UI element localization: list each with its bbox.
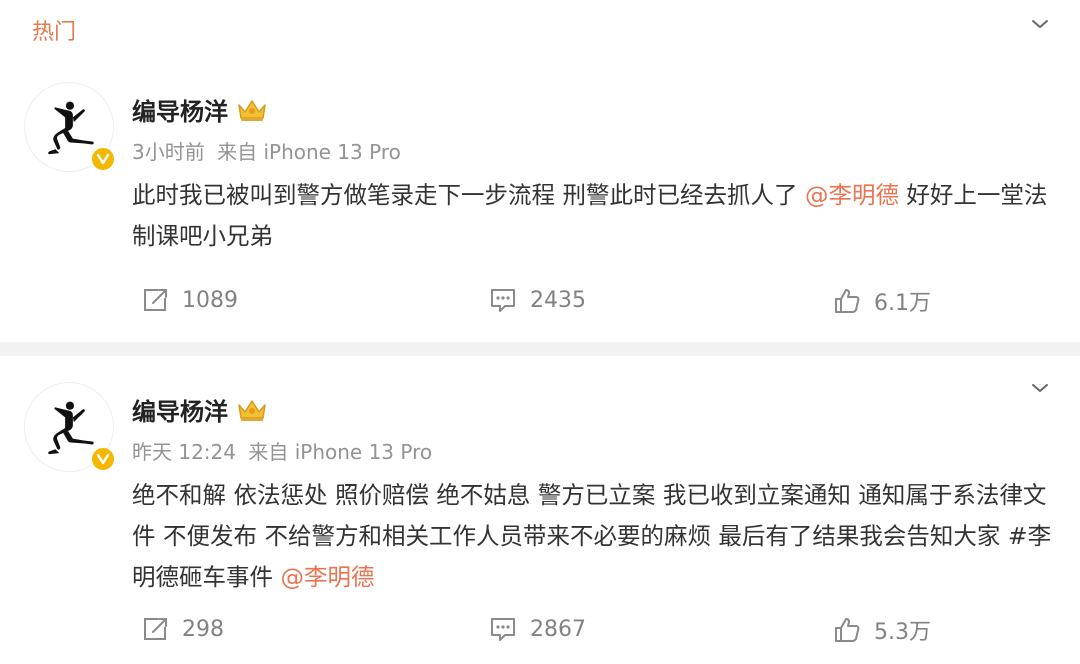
weibo-post: 编导杨洋 3小时前 来自 iPhone 13 Pro 此时我已被叫到警方做笔录走… [0,56,1080,342]
repost-icon [144,618,167,640]
mention-link[interactable]: @李明德 [280,563,374,591]
weibo-post: 编导杨洋 昨天 12:24 来自 iPhone 13 Pro 绝不和解 依法惩处… [0,356,1080,664]
author-name[interactable]: 编导杨洋 [132,92,228,127]
author-row: 编导杨洋 [132,392,268,427]
section-title: 热门 [32,20,77,45]
post-text: 此时我已被叫到警方做笔录走下一步流程 刑警此时已经去抓人了 [132,181,805,209]
crown-icon [238,399,266,421]
chevron-down-icon[interactable] [1024,372,1056,404]
author-row: 编导杨洋 [132,92,268,127]
repost-count: 1089 [182,287,238,313]
repost-icon [144,289,167,311]
comment-icon [491,618,515,641]
mention-link[interactable]: @李明德 [805,181,899,209]
post-meta: 3小时前 来自 iPhone 13 Pro [132,136,401,165]
post-actions: 298 2867 5.3万 [0,614,1080,654]
comment-button[interactable]: 2867 [488,614,586,644]
repost-button[interactable]: 1089 [140,285,238,315]
like-count: 5.3万 [874,620,931,645]
post-content: 此时我已被叫到警方做笔录走下一步流程 刑警此时已经去抓人了 @李明德 好好上一堂… [132,175,1052,257]
repost-count: 298 [182,616,224,642]
like-count: 6.1万 [874,291,931,316]
post-time: 3小时前 [132,140,205,164]
author-name[interactable]: 编导杨洋 [132,392,228,427]
verified-v-icon [90,146,116,172]
like-icon [835,289,860,313]
like-button[interactable]: 5.3万 [832,614,931,646]
jumpman-logo [48,401,94,455]
verified-v-icon [90,446,116,472]
post-source: 来自 iPhone 13 Pro [217,140,401,164]
repost-button[interactable]: 298 [140,614,224,644]
post-actions: 1089 2435 6.1万 [0,285,1080,325]
post-meta: 昨天 12:24 来自 iPhone 13 Pro [132,436,432,465]
post-content: 绝不和解 依法惩处 照价赔偿 绝不姑息 警方已立案 我已收到立案通知 通知属于系… [132,475,1052,598]
crown-icon [238,99,266,121]
comment-icon [491,289,515,312]
post-divider [0,342,1080,356]
section-header: 热门 [0,0,1080,56]
like-icon [835,618,860,642]
post-source: 来自 iPhone 13 Pro [248,440,433,464]
comment-count: 2435 [530,287,586,313]
post-text: 绝不和解 依法惩处 照价赔偿 绝不姑息 警方已立案 我已收到立案通知 通知属于系… [132,481,1052,591]
jumpman-logo [48,101,94,155]
like-button[interactable]: 6.1万 [832,285,931,317]
comment-count: 2867 [530,616,586,642]
chevron-down-icon[interactable] [1024,8,1056,40]
post-time: 昨天 12:24 [132,440,236,464]
comment-button[interactable]: 2435 [488,285,586,315]
